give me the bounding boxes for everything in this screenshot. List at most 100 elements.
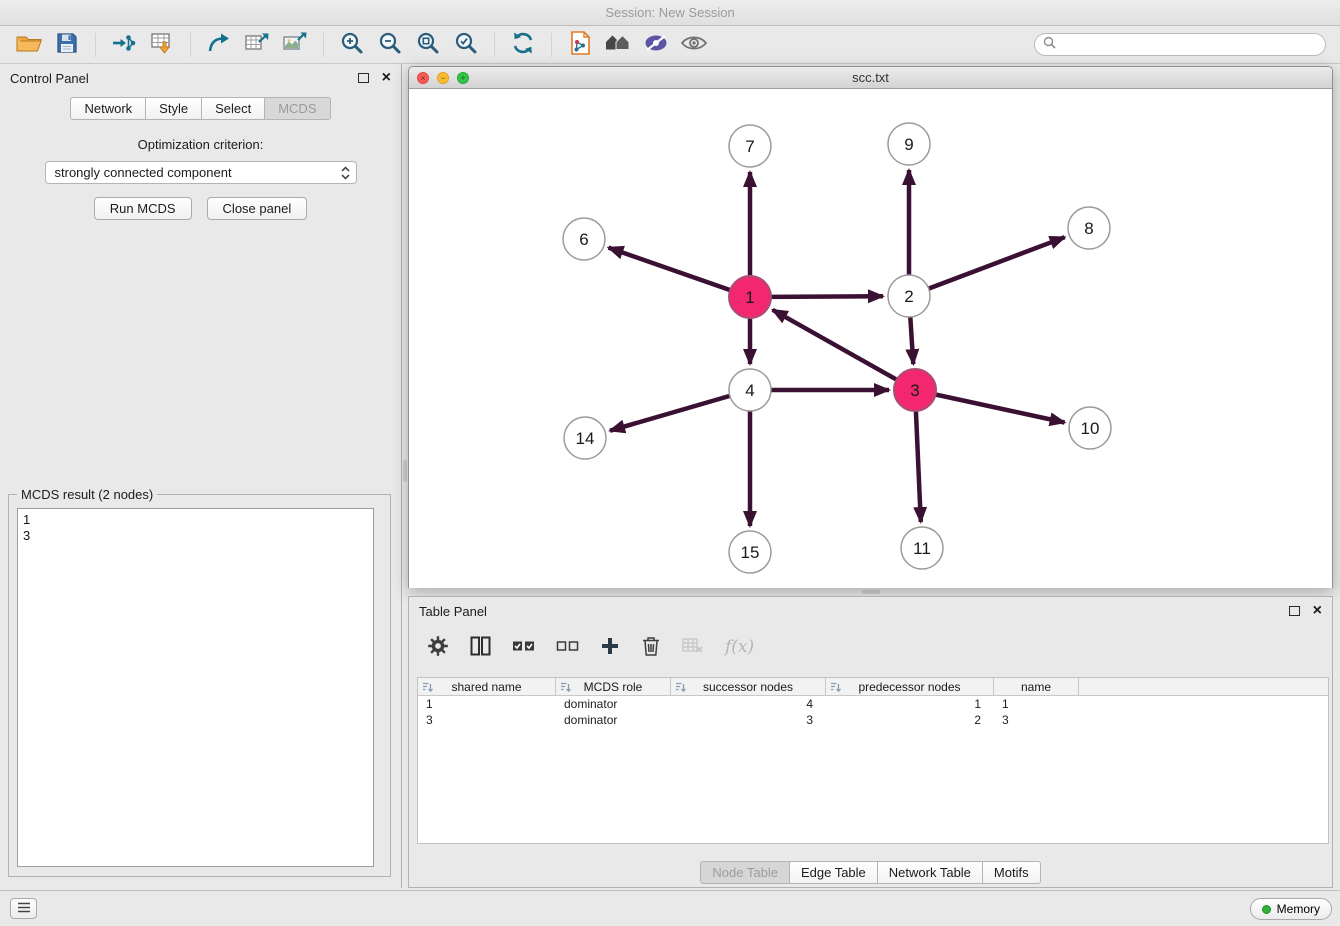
tab-node-table[interactable]: Node Table — [700, 861, 790, 884]
close-table-panel-icon[interactable]: × — [1313, 603, 1322, 619]
mcds-result-line: 3 — [23, 528, 368, 544]
run-mcds-button[interactable]: Run MCDS — [94, 197, 192, 220]
column-header-name[interactable]: name — [994, 678, 1079, 695]
add-row-button[interactable] — [600, 636, 620, 659]
memory-button[interactable]: Memory — [1250, 898, 1332, 920]
table-panel: Table Panel × — [408, 596, 1333, 888]
graph-edge-2-3[interactable] — [910, 317, 913, 364]
network-graph[interactable]: 7968124314101511 — [409, 89, 1332, 588]
export-network-button[interactable] — [200, 30, 238, 60]
show-hide-details-button[interactable] — [675, 30, 713, 60]
table-toolbar: f(x) — [409, 632, 1332, 662]
unselect-all-button[interactable] — [556, 638, 579, 657]
toolbar-separator — [190, 33, 191, 57]
status-bar: Memory — [0, 890, 1340, 926]
window-close-light[interactable]: × — [417, 72, 429, 84]
eye-icon — [680, 32, 708, 57]
delete-row-button[interactable] — [641, 635, 661, 660]
window-zoom-light[interactable]: + — [457, 72, 469, 84]
cell-name: 1 — [994, 697, 1079, 711]
mcds-result-group: MCDS result (2 nodes) 1 3 — [8, 494, 391, 877]
import-network-button[interactable] — [105, 30, 143, 60]
close-panel-button[interactable]: Close panel — [207, 197, 308, 220]
apply-layout-button[interactable] — [504, 30, 542, 60]
network-overview-button[interactable] — [599, 30, 637, 60]
tab-network-table[interactable]: Network Table — [877, 861, 983, 884]
column-header-mcds-role[interactable]: MCDS role — [556, 678, 671, 695]
float-table-panel-icon[interactable] — [1289, 606, 1300, 616]
sort-icon — [422, 681, 433, 696]
network-canvas[interactable]: 7968124314101511 — [409, 89, 1332, 588]
cell-successor-nodes: 4 — [671, 697, 826, 711]
mcds-result-list[interactable]: 1 3 — [17, 508, 374, 867]
save-session-button[interactable] — [48, 30, 86, 60]
zoom-selected-button[interactable] — [447, 30, 485, 60]
import-table-button[interactable] — [143, 30, 181, 60]
criterion-dropdown[interactable]: strongly connected component — [45, 161, 357, 184]
search-box[interactable] — [1034, 33, 1326, 56]
zoom-fit-icon — [415, 30, 441, 59]
table-panel-title: Table Panel — [419, 604, 487, 619]
graph-edge-1-2[interactable] — [771, 296, 883, 297]
search-input[interactable] — [1061, 38, 1317, 52]
select-all-button[interactable] — [512, 638, 535, 657]
table-panel-header: Table Panel × — [409, 597, 1332, 625]
dropdown-stepper-icon — [340, 165, 351, 184]
network-view-window: × − + scc.txt 7968124314101511 — [408, 66, 1333, 588]
column-label: name — [1021, 680, 1051, 694]
graph-edge-3-11[interactable] — [916, 411, 921, 522]
tab-style[interactable]: Style — [145, 97, 202, 120]
table-row[interactable]: 1 dominator 4 1 1 — [418, 696, 1328, 712]
zoom-in-icon — [339, 30, 365, 59]
column-header-successor-nodes[interactable]: successor nodes — [671, 678, 826, 695]
graph-edge-3-10[interactable] — [936, 395, 1065, 423]
column-header-predecessor-nodes[interactable]: predecessor nodes — [826, 678, 994, 695]
zoom-in-button[interactable] — [333, 30, 371, 60]
sort-icon — [560, 681, 571, 696]
tab-network[interactable]: Network — [70, 97, 146, 120]
graphics-details-button[interactable] — [637, 30, 675, 60]
columns-icon — [470, 636, 491, 659]
graphics-details-icon — [643, 31, 669, 58]
delete-table-button[interactable] — [682, 637, 704, 658]
double-home-icon — [604, 31, 632, 58]
graph-node-label-2: 2 — [904, 287, 913, 306]
show-columns-button[interactable] — [470, 636, 491, 659]
function-builder-button[interactable]: f(x) — [725, 637, 754, 657]
graph-node-label-4: 4 — [745, 381, 754, 400]
table-row[interactable]: 3 dominator 3 2 3 — [418, 712, 1328, 728]
horizontal-splitter-handle[interactable] — [862, 590, 880, 594]
task-history-button[interactable] — [10, 898, 37, 919]
export-image-button[interactable] — [276, 30, 314, 60]
close-panel-icon[interactable]: × — [382, 70, 391, 86]
vertical-splitter-handle[interactable] — [403, 460, 407, 482]
table-options-button[interactable] — [427, 635, 449, 660]
zoom-fit-button[interactable] — [409, 30, 447, 60]
column-header-shared-name[interactable]: shared name — [418, 678, 556, 695]
network-document-button[interactable] — [561, 30, 599, 60]
tab-motifs[interactable]: Motifs — [982, 861, 1041, 884]
graph-edge-1-6[interactable] — [609, 248, 731, 291]
sort-icon — [830, 681, 841, 696]
import-table-icon — [149, 30, 175, 59]
tab-mcds[interactable]: MCDS — [264, 97, 330, 120]
export-image-icon — [282, 30, 308, 59]
float-panel-icon[interactable] — [358, 73, 369, 83]
zoom-out-button[interactable] — [371, 30, 409, 60]
tab-select[interactable]: Select — [201, 97, 265, 120]
cell-predecessor-nodes: 1 — [826, 697, 994, 711]
graph-node-label-7: 7 — [745, 137, 754, 156]
checked-boxes-icon — [512, 638, 535, 657]
window-minimize-light[interactable]: − — [437, 72, 449, 84]
tab-edge-table[interactable]: Edge Table — [789, 861, 878, 884]
open-session-button[interactable] — [10, 30, 48, 60]
graph-edge-3-1[interactable] — [773, 310, 897, 380]
export-table-icon — [244, 30, 270, 59]
import-network-icon — [111, 30, 137, 59]
graph-edge-2-8[interactable] — [929, 237, 1065, 288]
graph-edge-4-14[interactable] — [610, 396, 730, 431]
control-panel-tabs: Network Style Select MCDS — [0, 97, 401, 120]
export-table-button[interactable] — [238, 30, 276, 60]
cell-mcds-role: dominator — [556, 697, 671, 711]
trash-icon — [641, 635, 661, 660]
